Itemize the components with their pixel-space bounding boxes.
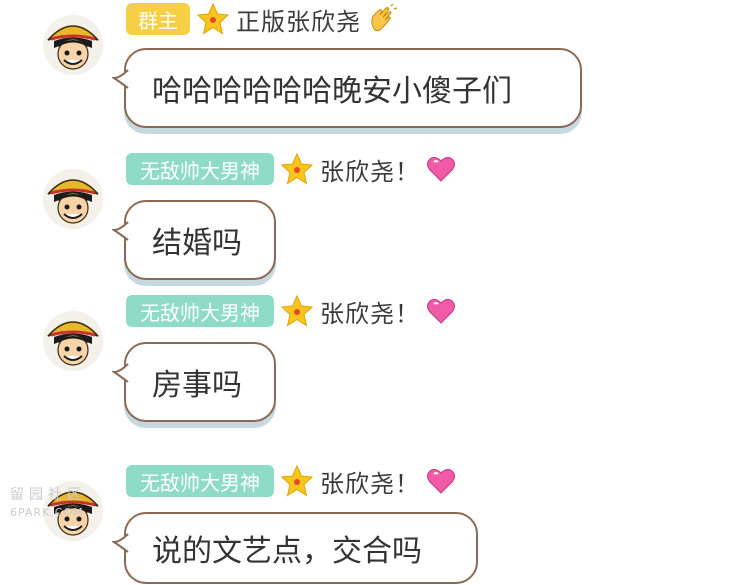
pink-heart-icon <box>426 154 456 184</box>
avatar[interactable] <box>42 310 104 372</box>
sender-meta: 无敌帅大男神 张欣尧！ <box>126 464 456 498</box>
sender-nickname[interactable]: 张欣尧！ <box>320 152 420 187</box>
clapping-hands-icon <box>367 4 397 34</box>
message-text: 哈哈哈哈哈哈晚安小傻子们 <box>152 74 512 109</box>
pink-heart-icon <box>426 296 456 326</box>
sender-meta: 无敌帅大男神 张欣尧！ <box>126 294 456 328</box>
sender-nickname[interactable]: 正版张欣尧 <box>236 2 361 37</box>
star-badge-icon <box>280 294 314 328</box>
message-bubble[interactable]: 结婚吗 <box>112 200 276 280</box>
sender-nickname[interactable]: 张欣尧！ <box>320 294 420 329</box>
member-title-badge: 无敌帅大男神 <box>126 465 274 497</box>
star-badge-icon <box>280 464 314 498</box>
member-title-badge: 无敌帅大男神 <box>126 153 274 185</box>
bubble-tail <box>112 68 134 90</box>
avatar[interactable] <box>42 168 104 230</box>
message-bubble[interactable]: 房事吗 <box>112 342 276 422</box>
sender-meta: 无敌帅大男神 张欣尧！ <box>126 152 456 186</box>
group-owner-badge: 群主 <box>126 3 190 35</box>
watermark-text: 留园社区 <box>10 487 86 503</box>
member-title-badge: 无敌帅大男神 <box>126 295 274 327</box>
watermark: 留园社区 6PARK.COM <box>10 484 98 520</box>
sender-meta: 群主 正版张欣尧 <box>126 2 397 36</box>
message-text: 说的文艺点，交合吗 <box>152 534 422 569</box>
bubble-tail <box>112 362 134 384</box>
message-text: 房事吗 <box>152 368 242 403</box>
sender-nickname[interactable]: 张欣尧！ <box>320 464 420 499</box>
star-badge-icon <box>280 152 314 186</box>
message-text: 结婚吗 <box>152 226 242 261</box>
message-bubble[interactable]: 说的文艺点，交合吗 <box>112 512 478 584</box>
message-bubble[interactable]: 哈哈哈哈哈哈晚安小傻子们 <box>112 48 582 128</box>
pink-heart-icon <box>426 466 456 496</box>
avatar[interactable] <box>42 14 104 76</box>
star-badge-icon <box>196 2 230 36</box>
bubble-tail <box>112 220 134 242</box>
bubble-tail <box>112 532 134 554</box>
watermark-url: 6PARK.COM <box>10 506 84 519</box>
